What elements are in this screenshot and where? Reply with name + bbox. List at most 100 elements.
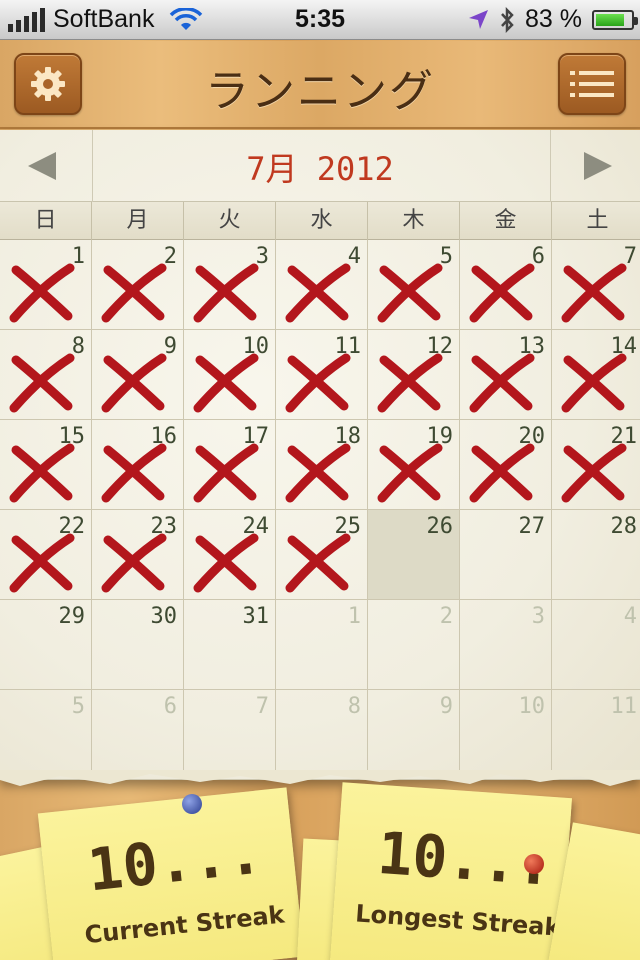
x-mark-icon (377, 353, 443, 413)
month-title: 7月 2012 (246, 150, 394, 188)
calendar-day[interactable]: 5 (0, 690, 92, 780)
calendar-day[interactable]: 9 (92, 330, 184, 420)
calendar-day[interactable]: 1 (0, 240, 92, 330)
calendar-day[interactable]: 20 (460, 420, 552, 510)
calendar-day[interactable]: 25 (276, 510, 368, 600)
battery-percent: 83 % (525, 5, 582, 33)
calendar-day[interactable]: 6 (92, 690, 184, 780)
calendar-day[interactable]: 7 (184, 690, 276, 780)
x-mark-icon (9, 443, 75, 503)
calendar-day[interactable]: 12 (368, 330, 460, 420)
day-number: 5 (71, 694, 85, 719)
calendar-day[interactable]: 11 (552, 690, 640, 780)
calendar-day[interactable]: 5 (368, 240, 460, 330)
calendar-day[interactable]: 3 (184, 240, 276, 330)
list-icon (570, 71, 614, 97)
calendar-day[interactable]: 2 (368, 600, 460, 690)
x-mark-icon (193, 533, 259, 593)
day-number: 4 (623, 604, 637, 629)
status-bar: SoftBank 5:35 83 % (0, 0, 640, 40)
longest-streak-label: Longest Streak (354, 899, 562, 942)
x-mark-icon (101, 353, 167, 413)
day-number: 3 (531, 604, 545, 629)
calendar-day[interactable]: 24 (184, 510, 276, 600)
x-mark-icon (561, 263, 627, 323)
current-streak-value: 10... (84, 818, 266, 905)
day-number: 8 (347, 694, 361, 719)
calendar-day[interactable]: 28 (552, 510, 640, 600)
torn-paper-edge (0, 770, 640, 786)
calendar-day[interactable]: 21 (552, 420, 640, 510)
calendar-day[interactable]: 18 (276, 420, 368, 510)
calendar-day[interactable]: 10 (184, 330, 276, 420)
calendar-day[interactable]: 19 (368, 420, 460, 510)
calendar-day[interactable]: 9 (368, 690, 460, 780)
bluetooth-icon (501, 6, 514, 33)
calendar-day[interactable]: 15 (0, 420, 92, 510)
calendar-day[interactable]: 17 (184, 420, 276, 510)
calendar-day[interactable]: 4 (276, 240, 368, 330)
x-mark-icon (561, 353, 627, 413)
day-number: 6 (163, 694, 177, 719)
weekday-header: 日月火水木金土 (0, 202, 640, 240)
x-mark-icon (377, 443, 443, 503)
day-number: 30 (150, 604, 178, 629)
calendar-day[interactable]: 27 (460, 510, 552, 600)
calendar-day[interactable]: 11 (276, 330, 368, 420)
calendar-day[interactable]: 4 (552, 600, 640, 690)
day-number: 1 (347, 604, 361, 629)
x-mark-icon (101, 533, 167, 593)
x-mark-icon (285, 533, 351, 593)
month-bar: 7月 2012 (0, 130, 640, 202)
calendar-day[interactable]: 26 (368, 510, 460, 600)
menu-button[interactable] (558, 53, 626, 115)
sticky-note-current-streak[interactable]: 10... Current Streak (37, 787, 305, 960)
red-pin-icon (524, 854, 544, 874)
x-mark-icon (193, 443, 259, 503)
x-mark-icon (285, 443, 351, 503)
calendar-day[interactable]: 2 (92, 240, 184, 330)
x-mark-icon (469, 263, 535, 323)
weekday-label: 日 (0, 202, 92, 240)
calendar-day[interactable]: 14 (552, 330, 640, 420)
calendar-day[interactable]: 13 (460, 330, 552, 420)
calendar-day[interactable]: 3 (460, 600, 552, 690)
x-mark-icon (9, 263, 75, 323)
page-title: ランニング (205, 66, 435, 117)
x-mark-icon (101, 443, 167, 503)
day-number: 26 (426, 514, 454, 539)
weekday-label: 火 (184, 202, 276, 240)
calendar-day[interactable]: 16 (92, 420, 184, 510)
weekday-label: 土 (552, 202, 640, 240)
day-number: 11 (610, 694, 638, 719)
weekday-label: 木 (368, 202, 460, 240)
next-month-button[interactable] (576, 148, 616, 184)
day-number: 27 (518, 514, 546, 539)
x-mark-icon (193, 263, 259, 323)
x-mark-icon (561, 443, 627, 503)
calendar: 7月 2012 日月火水木金土 1 2 3 4 5 6 7 8 9 10 11 12 13 14 15 16 1… (0, 130, 640, 780)
weekday-label: 金 (460, 202, 552, 240)
calendar-day[interactable]: 30 (92, 600, 184, 690)
day-number: 28 (610, 514, 638, 539)
x-mark-icon (9, 353, 75, 413)
calendar-day[interactable]: 1 (276, 600, 368, 690)
calendar-day[interactable]: 8 (276, 690, 368, 780)
calendar-day[interactable]: 6 (460, 240, 552, 330)
current-streak-label: Current Streak (83, 900, 286, 950)
calendar-day[interactable]: 7 (552, 240, 640, 330)
location-icon (469, 9, 489, 29)
calendar-day[interactable]: 10 (460, 690, 552, 780)
x-mark-icon (193, 353, 259, 413)
calendar-day[interactable]: 8 (0, 330, 92, 420)
calendar-day[interactable]: 31 (184, 600, 276, 690)
x-mark-icon (285, 263, 351, 323)
x-mark-icon (101, 263, 167, 323)
calendar-day[interactable]: 23 (92, 510, 184, 600)
calendar-grid: 1 2 3 4 5 6 7 8 9 10 11 12 13 14 15 16 17 18 19 20 21 22 23 24 2… (0, 240, 640, 780)
day-number: 2 (439, 604, 453, 629)
battery-icon (592, 9, 638, 30)
x-mark-icon (285, 353, 351, 413)
calendar-day[interactable]: 22 (0, 510, 92, 600)
calendar-day[interactable]: 29 (0, 600, 92, 690)
